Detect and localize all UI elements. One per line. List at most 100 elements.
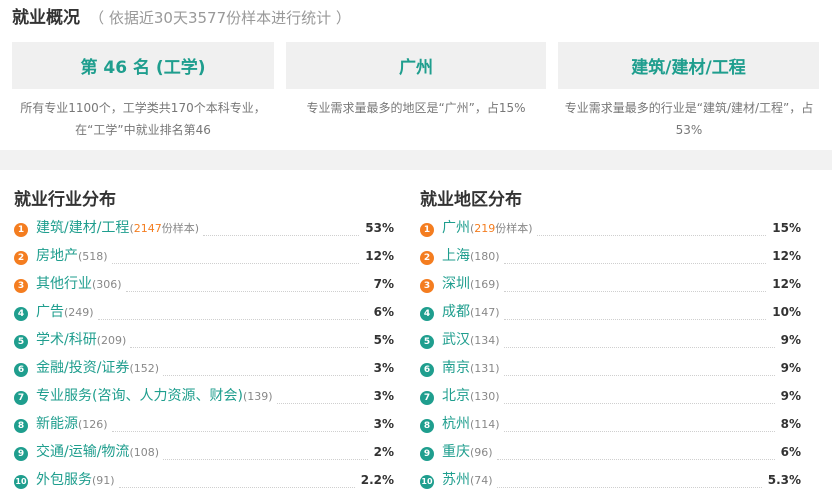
region-name-link-label[interactable]: 重庆 — [442, 444, 470, 460]
sample-count: (131) — [470, 362, 500, 375]
rank-badge: 4 — [14, 307, 28, 321]
sample-count-value: 147 — [474, 306, 496, 319]
industry-name-link[interactable]: 建筑/建材/工程(2147份样本) — [36, 218, 199, 239]
percentage: 3% — [373, 417, 394, 431]
region-name-link[interactable]: 广州(219份样本) — [442, 218, 533, 239]
top-industry-card: 建筑/建材/工程 — [558, 42, 819, 89]
overview-header: 就业概况 （ 依据近30天3577份样本进行统计 ） — [12, 6, 351, 30]
percentage: 53% — [365, 221, 394, 235]
sample-count: (96) — [470, 446, 493, 459]
industry-name-link[interactable]: 其他行业(306) — [36, 274, 122, 295]
percentage: 12% — [772, 277, 801, 291]
rank-badge: 1 — [420, 223, 434, 237]
sample-count-value: 131 — [474, 362, 496, 375]
dotted-leader — [504, 347, 775, 348]
rank-badge: 8 — [420, 419, 434, 433]
industry-name-link[interactable]: 交通/运输/物流(108) — [36, 442, 159, 463]
region-name-link-label[interactable]: 广州 — [442, 220, 470, 236]
region-name-link-label[interactable]: 苏州 — [442, 472, 470, 488]
industry-name-link[interactable]: 金融/投资/证券(152) — [36, 358, 159, 379]
industry-name-link-label[interactable]: 房地产 — [36, 248, 78, 264]
percentage: 7% — [373, 277, 394, 291]
industry-name-link-label[interactable]: 学术/科研 — [36, 332, 97, 348]
industry-name-link-label[interactable]: 新能源 — [36, 416, 78, 432]
industry-row[interactable]: 3 其他行业(306) 7% — [14, 272, 394, 300]
industry-name-link[interactable]: 专业服务(咨询、人力资源、财会)(139) — [36, 386, 273, 407]
percentage: 15% — [772, 221, 801, 235]
dotted-leader — [504, 431, 775, 432]
percentage: 9% — [780, 333, 801, 347]
region-name-link-label[interactable]: 杭州 — [442, 416, 470, 432]
industry-row[interactable]: 6 金融/投资/证券(152) 3% — [14, 356, 394, 384]
sample-count-value: 108 — [133, 446, 155, 459]
region-name-link-label[interactable]: 北京 — [442, 388, 470, 404]
industry-name-link-label[interactable]: 其他行业 — [36, 276, 92, 292]
dotted-leader — [537, 235, 766, 236]
region-name-link-label[interactable]: 上海 — [442, 248, 470, 264]
industry-name-link[interactable]: 广告(249) — [36, 302, 94, 323]
dotted-leader — [504, 263, 766, 264]
sample-count-value: 180 — [474, 250, 496, 263]
industry-row[interactable]: 9 交通/运输/物流(108) 2% — [14, 440, 394, 468]
industry-row[interactable]: 5 学术/科研(209) 5% — [14, 328, 394, 356]
industry-row[interactable]: 8 新能源(126) 3% — [14, 412, 394, 440]
industry-name-link-label[interactable]: 金融/投资/证券 — [36, 360, 129, 376]
industry-name-link-label[interactable]: 专业服务(咨询、人力资源、财会) — [36, 388, 243, 404]
region-row[interactable]: 8 杭州(114) 8% — [420, 412, 801, 440]
region-name-link[interactable]: 上海(180) — [442, 246, 500, 267]
industry-name-link-label[interactable]: 广告 — [36, 304, 64, 320]
region-name-link[interactable]: 苏州(74) — [442, 470, 493, 491]
dotted-leader — [504, 319, 766, 320]
rank-badge: 3 — [14, 279, 28, 293]
region-row[interactable]: 6 南京(131) 9% — [420, 356, 801, 384]
percentage: 12% — [365, 249, 394, 263]
sample-count: (114) — [470, 418, 500, 431]
dotted-leader — [203, 235, 359, 236]
region-row[interactable]: 2 上海(180) 12% — [420, 244, 801, 272]
region-name-link-label[interactable]: 南京 — [442, 360, 470, 376]
sample-count: (2147份样本) — [129, 222, 200, 235]
sample-count-value: 152 — [133, 362, 155, 375]
industry-name-link-label[interactable]: 交通/运输/物流 — [36, 444, 129, 460]
region-name-link[interactable]: 深圳(169) — [442, 274, 500, 295]
industry-name-link-label[interactable]: 外包服务 — [36, 472, 92, 488]
industry-name-link[interactable]: 外包服务(91) — [36, 470, 115, 491]
region-row[interactable]: 10 苏州(74) 5.3% — [420, 468, 801, 496]
industry-row[interactable]: 7 专业服务(咨询、人力资源、财会)(139) 3% — [14, 384, 394, 412]
rank-badge: 9 — [14, 447, 28, 461]
sample-count: (74) — [470, 474, 493, 487]
region-row[interactable]: 3 深圳(169) 12% — [420, 272, 801, 300]
region-row[interactable]: 5 武汉(134) 9% — [420, 328, 801, 356]
percentage: 3% — [373, 361, 394, 375]
region-name-link[interactable]: 杭州(114) — [442, 414, 500, 435]
region-row[interactable]: 1 广州(219份样本) 15% — [420, 216, 801, 244]
region-row[interactable]: 4 成都(147) 10% — [420, 300, 801, 328]
region-name-link-label[interactable]: 深圳 — [442, 276, 470, 292]
industry-row[interactable]: 2 房地产(518) 12% — [14, 244, 394, 272]
region-name-link[interactable]: 北京(130) — [442, 386, 500, 407]
industry-name-link-label[interactable]: 建筑/建材/工程 — [36, 220, 129, 236]
sample-count-value: 130 — [474, 390, 496, 403]
dotted-leader — [112, 431, 368, 432]
region-name-link[interactable]: 重庆(96) — [442, 442, 493, 463]
industry-row[interactable]: 4 广告(249) 6% — [14, 300, 394, 328]
industry-row[interactable]: 10 外包服务(91) 2.2% — [14, 468, 394, 496]
industry-name-link[interactable]: 新能源(126) — [36, 414, 108, 435]
industry-name-link[interactable]: 学术/科研(209) — [36, 330, 126, 351]
dotted-leader — [112, 263, 359, 264]
sample-count-value: 134 — [474, 334, 496, 347]
percentage: 5.3% — [767, 473, 801, 487]
region-name-link[interactable]: 武汉(134) — [442, 330, 500, 351]
sample-count: (126) — [78, 418, 108, 431]
sample-count: (180) — [470, 250, 500, 263]
region-name-link[interactable]: 成都(147) — [442, 302, 500, 323]
region-name-link[interactable]: 南京(131) — [442, 358, 500, 379]
industry-name-link[interactable]: 房地产(518) — [36, 246, 108, 267]
sample-count-value: 209 — [101, 334, 123, 347]
region-row[interactable]: 7 北京(130) 9% — [420, 384, 801, 412]
region-name-link-label[interactable]: 武汉 — [442, 332, 470, 348]
region-row[interactable]: 9 重庆(96) 6% — [420, 440, 801, 468]
region-name-link-label[interactable]: 成都 — [442, 304, 470, 320]
industry-row[interactable]: 1 建筑/建材/工程(2147份样本) 53% — [14, 216, 394, 244]
dotted-leader — [163, 375, 368, 376]
